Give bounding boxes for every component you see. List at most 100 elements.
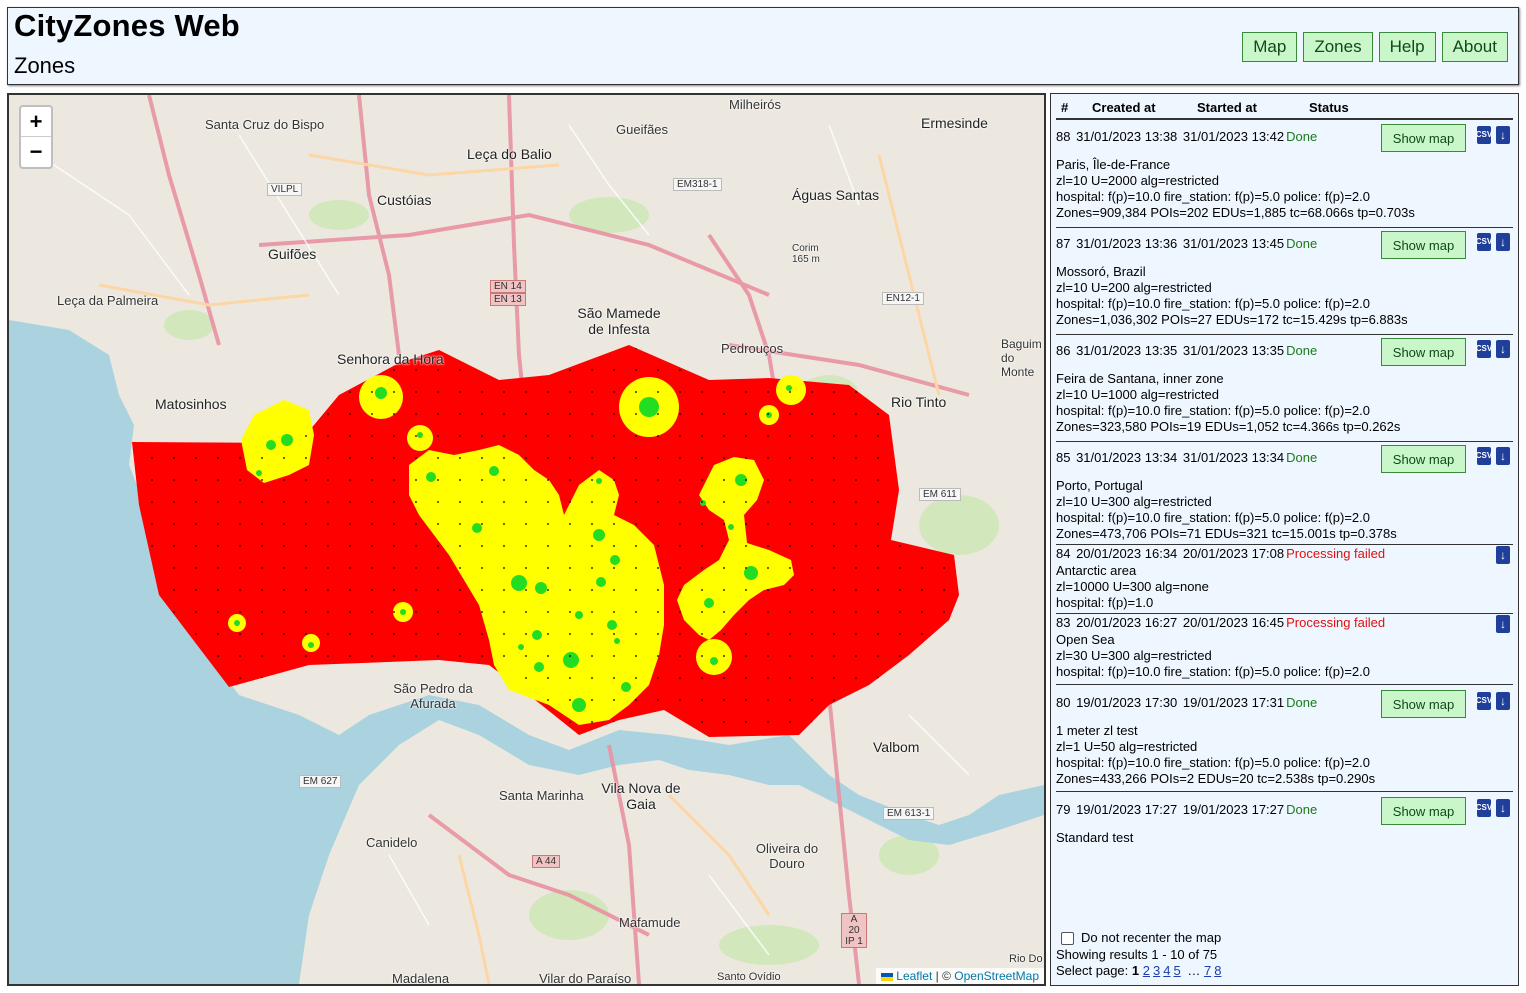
nav-help-button[interactable]: Help bbox=[1378, 32, 1436, 62]
job-created: 20/01/2023 16:34 bbox=[1072, 546, 1178, 561]
job-stats: Zones=1,036,302 POIs=27 EDUs=172 tc=15.4… bbox=[1056, 312, 1408, 327]
job-created: 31/01/2023 13:34 bbox=[1072, 450, 1178, 465]
page-link[interactable]: 3 bbox=[1153, 963, 1160, 978]
map-label: Senhora da Hora bbox=[337, 351, 444, 367]
job-id: 85 bbox=[1056, 450, 1071, 465]
job-started: 20/01/2023 17:08 bbox=[1179, 546, 1285, 561]
job-stats: Zones=473,706 POIs=71 EDUs=321 tc=15.001… bbox=[1056, 526, 1397, 541]
download-icon[interactable]: ↓ bbox=[1496, 799, 1510, 817]
download-icon[interactable]: ↓ bbox=[1496, 447, 1510, 465]
show-map-button[interactable]: Show map bbox=[1381, 231, 1466, 259]
page-link[interactable]: 8 bbox=[1214, 963, 1221, 978]
nav-map-button[interactable]: Map bbox=[1242, 32, 1298, 62]
job-name: Open Sea bbox=[1056, 632, 1115, 647]
col-status: Status bbox=[1309, 100, 1349, 115]
table-footer: Do not recenter the map Showing results … bbox=[1056, 929, 1224, 979]
csv-download-icon[interactable]: CSV bbox=[1476, 126, 1492, 144]
job-started: 31/01/2023 13:42 bbox=[1179, 129, 1285, 144]
job-status: Done bbox=[1286, 343, 1318, 358]
map-label: Baguim do Monte bbox=[1001, 337, 1042, 379]
job-summary: 84 20/01/2023 16:34 20/01/2023 17:08 Proc… bbox=[1056, 545, 1513, 563]
zoom-control: + − bbox=[19, 105, 53, 169]
job-id: 80 bbox=[1056, 695, 1071, 710]
csv-download-icon[interactable]: CSV bbox=[1476, 340, 1492, 358]
col-started: Started at bbox=[1197, 100, 1257, 115]
job-params: zl=10 U=2000 alg=restricted bbox=[1056, 173, 1219, 188]
page-link[interactable]: 5 bbox=[1173, 963, 1180, 978]
csv-download-icon[interactable]: CSV bbox=[1476, 692, 1492, 710]
show-map-button[interactable]: Show map bbox=[1381, 797, 1466, 825]
job-name: Paris, Île-de-France bbox=[1056, 157, 1171, 172]
job-row: 85 31/01/2023 13:34 31/01/2023 13:34 Done… bbox=[1056, 443, 1513, 542]
map-label: Leça da Palmeira bbox=[57, 293, 159, 308]
job-name: Mossoró, Brazil bbox=[1056, 264, 1146, 279]
job-id: 79 bbox=[1056, 802, 1071, 817]
download-icon[interactable]: ↓ bbox=[1496, 233, 1510, 251]
leaflet-link[interactable]: Leaflet bbox=[896, 969, 932, 983]
map-label: Mafamude bbox=[619, 915, 681, 930]
job-params: zl=30 U=300 alg=restricted bbox=[1056, 648, 1212, 663]
pagination: Select page: 1 2345 … 78 bbox=[1056, 963, 1224, 979]
page-link[interactable]: 7 bbox=[1204, 963, 1211, 978]
map-label: Ermesinde bbox=[921, 115, 988, 131]
job-row: 83 20/01/2023 16:27 20/01/2023 16:45 Proc… bbox=[1056, 614, 1513, 680]
col-created: Created at bbox=[1092, 100, 1156, 115]
map-label: Matosinhos bbox=[155, 396, 227, 412]
map-label: São Pedro da Afurada bbox=[393, 681, 473, 711]
map-label: Santa Marinha bbox=[499, 788, 584, 803]
job-weights: hospital: f(p)=10.0 fire_station: f(p)=5… bbox=[1056, 296, 1370, 311]
job-status: Done bbox=[1286, 802, 1318, 817]
job-params: zl=1 U=50 alg=restricted bbox=[1056, 739, 1198, 754]
zoom-out-button[interactable]: − bbox=[21, 137, 51, 167]
job-created: 31/01/2023 13:38 bbox=[1072, 129, 1178, 144]
road-tag: VILPL bbox=[267, 183, 303, 196]
show-map-button[interactable]: Show map bbox=[1381, 445, 1466, 473]
road-tag: EN12-1 bbox=[882, 292, 924, 305]
results-count: Showing results 1 - 10 of 75 bbox=[1056, 947, 1218, 962]
csv-download-icon[interactable]: CSV bbox=[1476, 447, 1492, 465]
csv-download-icon[interactable]: CSV bbox=[1476, 233, 1492, 251]
job-created: 20/01/2023 16:27 bbox=[1072, 615, 1178, 630]
job-weights: hospital: f(p)=10.0 fire_station: f(p)=5… bbox=[1056, 510, 1370, 525]
page-title: Zones bbox=[14, 53, 76, 78]
show-map-button[interactable]: Show map bbox=[1381, 338, 1466, 366]
job-started: 31/01/2023 13:45 bbox=[1179, 236, 1285, 251]
map-label: Leça do Balio bbox=[467, 146, 552, 162]
page-link[interactable]: 2 bbox=[1143, 963, 1150, 978]
page-link[interactable]: 4 bbox=[1163, 963, 1170, 978]
show-map-button[interactable]: Show map bbox=[1381, 124, 1466, 152]
show-map-button[interactable]: Show map bbox=[1381, 690, 1466, 718]
table-header: # Created at Started at Status bbox=[1056, 100, 1513, 120]
map-label: Águas Santas bbox=[792, 187, 880, 203]
download-icon[interactable]: ↓ bbox=[1496, 615, 1510, 633]
ukraine-flag-icon bbox=[881, 972, 894, 981]
zoom-in-button[interactable]: + bbox=[21, 107, 51, 137]
map-label: Guifões bbox=[268, 246, 317, 262]
download-icon[interactable]: ↓ bbox=[1496, 692, 1510, 710]
download-icon[interactable]: ↓ bbox=[1496, 126, 1510, 144]
job-row: 84 20/01/2023 16:34 20/01/2023 17:08 Proc… bbox=[1056, 545, 1513, 611]
map-view[interactable]: + − Santa Cruz do Bispo Milheirós Gueifã… bbox=[7, 93, 1046, 986]
download-icon[interactable]: ↓ bbox=[1496, 546, 1510, 564]
job-started: 19/01/2023 17:31 bbox=[1179, 695, 1285, 710]
job-params: zl=10 U=200 alg=restricted bbox=[1056, 280, 1212, 295]
job-created: 19/01/2023 17:30 bbox=[1072, 695, 1178, 710]
nav-zones-button[interactable]: Zones bbox=[1303, 32, 1373, 62]
nav-about-button[interactable]: About bbox=[1441, 32, 1508, 62]
job-started: 20/01/2023 16:45 bbox=[1179, 615, 1285, 630]
job-id: 88 bbox=[1056, 129, 1071, 144]
job-name: 1 meter zl test bbox=[1056, 723, 1138, 738]
csv-download-icon[interactable]: CSV bbox=[1476, 799, 1492, 817]
recenter-checkbox[interactable] bbox=[1061, 932, 1074, 946]
map-label: São Mamede de Infesta bbox=[577, 305, 661, 337]
job-params: zl=10 U=1000 alg=restricted bbox=[1056, 387, 1219, 402]
job-status: Done bbox=[1286, 236, 1318, 251]
osm-link[interactable]: OpenStreetMap bbox=[954, 969, 1039, 983]
road-tag: EM 627 bbox=[299, 775, 342, 788]
map-label: Vilar do Paraíso bbox=[539, 971, 632, 986]
job-id: 87 bbox=[1056, 236, 1071, 251]
download-icon[interactable]: ↓ bbox=[1496, 340, 1510, 358]
map-attribution: Leaflet | © OpenStreetMap bbox=[876, 968, 1044, 984]
job-row: 79 19/01/2023 17:27 19/01/2023 17:27 Done… bbox=[1056, 795, 1513, 846]
job-row: 86 31/01/2023 13:35 31/01/2023 13:35 Done… bbox=[1056, 336, 1513, 435]
